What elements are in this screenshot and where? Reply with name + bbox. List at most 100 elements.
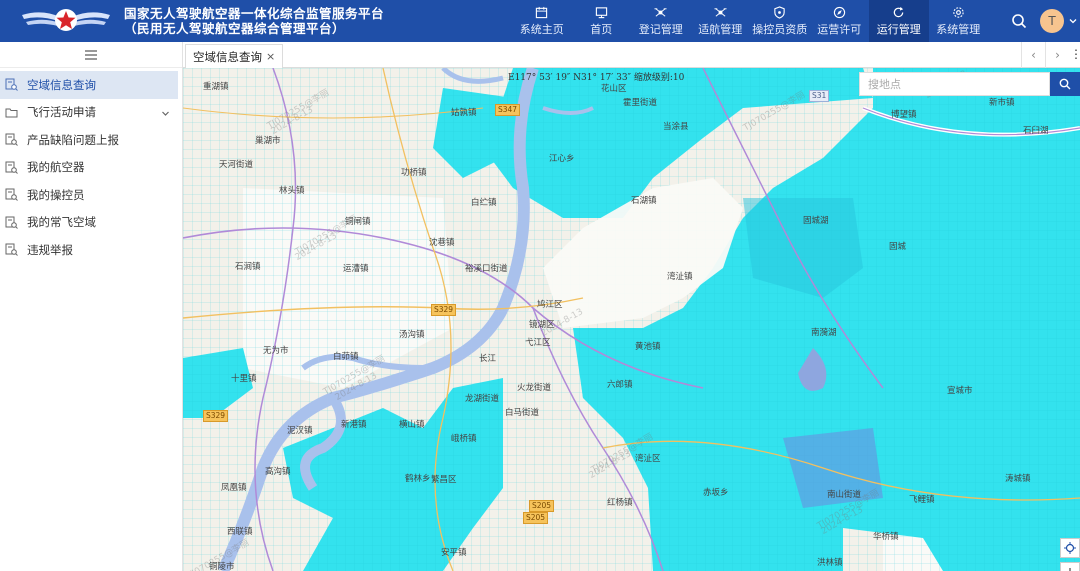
sidebar-menu: 空域信息查询 飞行活动申请 产品缺陷问题上报 我的航空器 我的操控员 我的常飞空… — [0, 68, 182, 264]
map-place-label: 裕溪口街道 — [465, 264, 508, 274]
map-search-input[interactable]: 搜地点 — [859, 72, 1050, 96]
map-place-label: 红杨镇 — [607, 498, 633, 508]
close-icon[interactable]: × — [266, 50, 275, 63]
more-icon[interactable]: ⋮ — [1070, 47, 1080, 61]
map-search-button[interactable] — [1050, 72, 1080, 96]
search-icon[interactable] — [1011, 13, 1027, 29]
nav-operation-management[interactable]: 运行管理 — [869, 0, 929, 42]
tab-bar: 空域信息查询 × ‹ › — [183, 42, 1080, 68]
sidebar-item-my-aircraft[interactable]: 我的航空器 — [0, 154, 178, 182]
airspace-map[interactable]: E117° 53′ 19″ N31° 17′ 33″ 缩放级别:10 重湖镇 花山… — [183, 68, 1080, 571]
map-place-label: 峨桥镇 — [451, 434, 477, 444]
folder-icon — [5, 108, 18, 117]
tab-scroll-left[interactable]: ‹ — [1021, 42, 1045, 68]
map-place-label: 湾沚区 — [635, 454, 661, 464]
map-place-label: 江心乡 — [549, 154, 575, 164]
app-title-line1: 国家无人驾驶航空器一体化综合监管服务平台 — [124, 6, 385, 21]
map-place-label: 弋江区 — [525, 338, 551, 348]
plus-icon — [1069, 568, 1071, 571]
sidebar-item-my-airspace[interactable]: 我的常飞空域 — [0, 209, 178, 237]
compass-icon — [833, 6, 845, 19]
monitor-icon — [595, 7, 607, 19]
map-place-label: 当涂县 — [663, 122, 689, 132]
map-place-label: 华桥镇 — [873, 532, 899, 542]
drone-icon — [654, 8, 667, 17]
map-place-label: 固城湖 — [803, 216, 829, 226]
caac-wing-star-logo — [22, 9, 110, 31]
nav-label: 系统管理 — [936, 23, 981, 36]
sidebar-item-label: 我的常飞空域 — [27, 215, 96, 230]
app-title: 国家无人驾驶航空器一体化综合监管服务平台 （民用无人驾驶航空器综合管理平台） — [124, 6, 384, 36]
nav-system-management[interactable]: 系统管理 — [929, 0, 989, 42]
tab-scroll-right[interactable]: › — [1045, 42, 1069, 68]
map-place-label: 鹤林乡 — [405, 474, 431, 484]
sidebar-item-airspace-query[interactable]: 空域信息查询 — [0, 71, 178, 99]
map-place-label: 花山区 — [601, 84, 627, 94]
map-place-label: 鸠江区 — [537, 300, 563, 310]
nav-label: 首页 — [590, 23, 613, 36]
map-place-label: 洪林镇 — [817, 558, 843, 568]
map-place-label: 重湖镇 — [203, 82, 229, 92]
map-place-label: 繁昌区 — [431, 475, 457, 485]
map-place-label: 黄池镇 — [635, 342, 661, 352]
nav-operator-qualification[interactable]: 操控员资质 — [750, 0, 810, 42]
search-icon — [1059, 78, 1071, 90]
map-place-label: 运漕镇 — [343, 264, 369, 274]
map-place-label: 石臼湖 — [1023, 126, 1049, 136]
nav-label: 操控员资质 — [752, 23, 808, 36]
calendar-icon — [536, 6, 548, 19]
map-place-label: 六郎镇 — [607, 380, 633, 390]
map-place-label: 十里镇 — [231, 374, 257, 384]
map-place-label: 固城 — [889, 242, 907, 252]
map-place-label: 龙湖街道 — [465, 394, 500, 404]
top-header: 国家无人驾驶航空器一体化综合监管服务平台 （民用无人驾驶航空器综合管理平台） 系… — [0, 0, 1080, 42]
map-place-label: 泥汊镇 — [287, 426, 313, 436]
sidebar-item-label: 违规举报 — [27, 242, 73, 257]
sidebar-item-violation-report[interactable]: 违规举报 — [0, 236, 178, 264]
document-search-icon — [5, 161, 18, 174]
zoom-in-button[interactable] — [1060, 562, 1080, 571]
nav-registration[interactable]: 登记管理 — [631, 0, 691, 42]
hamburger-icon — [85, 49, 97, 60]
sidebar-item-label: 我的操控员 — [27, 187, 85, 202]
tab-airspace-query[interactable]: 空域信息查询 × — [185, 44, 284, 68]
map-place-label: 姑孰镇 — [451, 108, 477, 118]
document-search-icon — [5, 78, 18, 91]
road-number-tag: S31 — [809, 90, 830, 102]
map-place-label: 火龙街道 — [517, 383, 552, 393]
crosshair-icon — [1064, 542, 1076, 554]
drone-icon — [714, 8, 727, 17]
sidebar-item-my-operators[interactable]: 我的操控员 — [0, 181, 178, 209]
map-place-label: 涛城镇 — [1005, 474, 1031, 484]
user-avatar[interactable]: T — [1040, 9, 1064, 33]
sidebar-toggle[interactable] — [0, 42, 182, 68]
locate-button[interactable] — [1060, 538, 1080, 558]
sidebar-item-label: 我的航空器 — [27, 160, 85, 175]
chevron-down-icon — [162, 111, 169, 116]
map-place-label: 横山镇 — [399, 420, 425, 430]
refresh-icon — [894, 6, 904, 18]
sidebar-item-label: 飞行活动申请 — [27, 105, 96, 120]
document-search-icon — [5, 243, 18, 256]
map-place-label: 汤沟镇 — [399, 330, 425, 340]
nav-operation-license[interactable]: 运营许可 — [810, 0, 870, 42]
road-number-tag: S205 — [523, 512, 549, 524]
nav-system-home[interactable]: 系统主页 — [512, 0, 572, 42]
nav-home[interactable]: 首页 — [572, 0, 632, 42]
map-place-label: 沈巷镇 — [429, 238, 455, 248]
sidebar-item-label: 空域信息查询 — [27, 77, 96, 92]
map-place-label: 凤凰镇 — [221, 483, 247, 493]
nav-label: 适航管理 — [698, 23, 743, 36]
road-number-tag: S329 — [431, 304, 457, 316]
map-place-label: 赤坂乡 — [703, 488, 729, 498]
shield-icon — [774, 6, 785, 19]
map-place-label: 宣城市 — [947, 386, 973, 396]
nav-airworthiness[interactable]: 适航管理 — [691, 0, 751, 42]
sidebar-item-defect-report[interactable]: 产品缺陷问题上报 — [0, 126, 178, 154]
map-place-label: 安平镇 — [441, 548, 467, 558]
chevron-down-icon[interactable] — [1068, 16, 1078, 26]
map-place-label: 无为市 — [263, 346, 289, 356]
map-place-label: 白茆镇 — [333, 352, 359, 362]
nav-label: 运行管理 — [876, 23, 921, 36]
sidebar-item-flight-application[interactable]: 飞行活动申请 — [0, 99, 178, 127]
